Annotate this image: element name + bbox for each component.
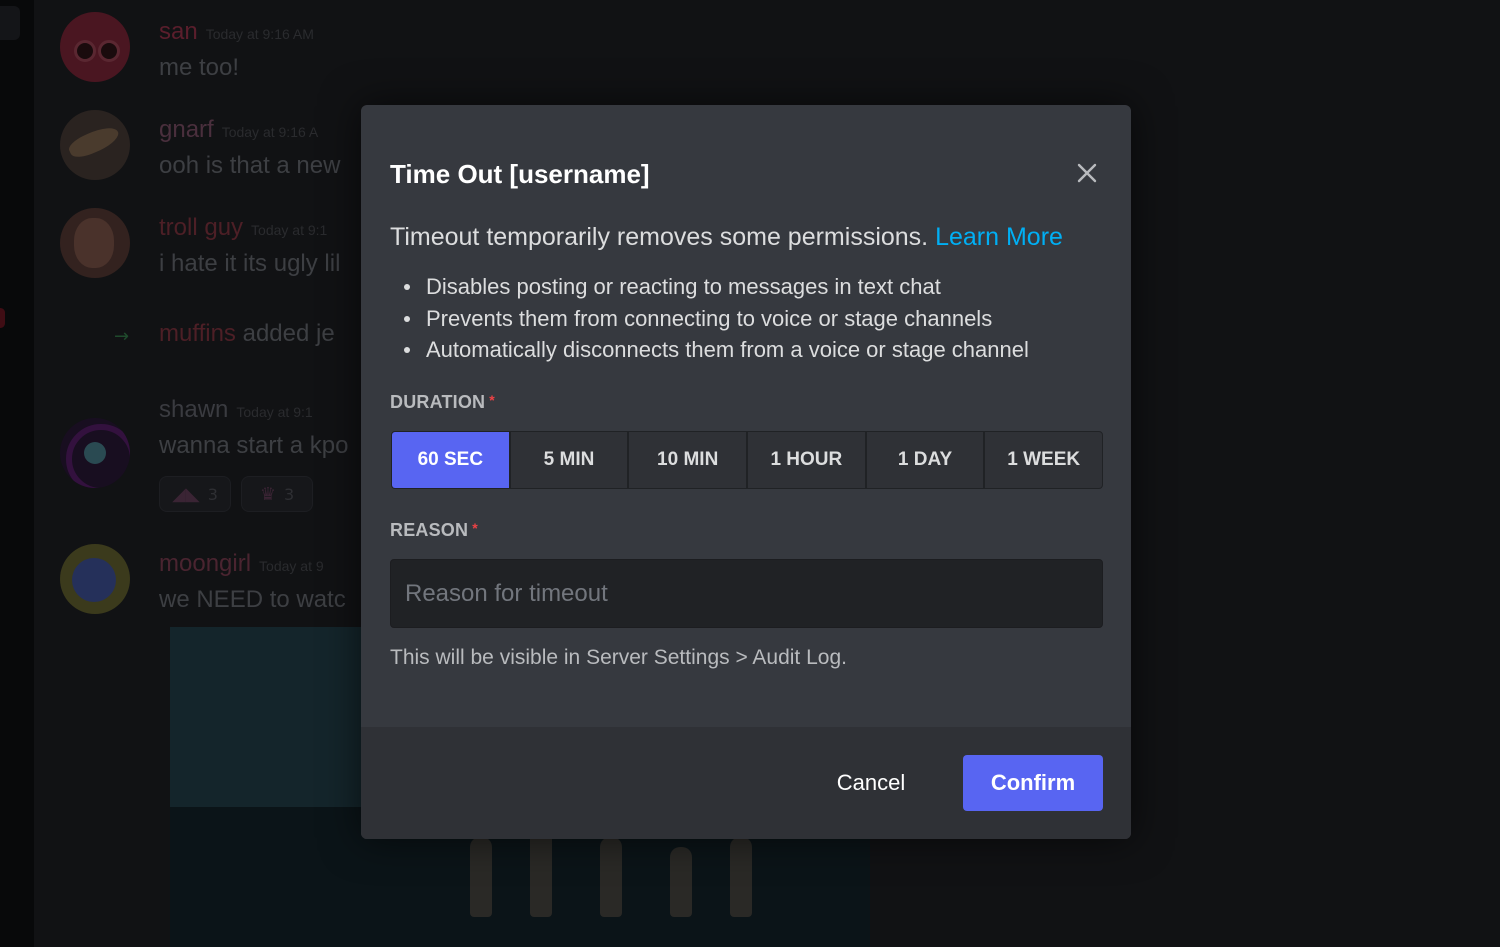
server-sidebar (0, 0, 34, 947)
close-button[interactable] (1069, 155, 1105, 191)
duration-option-60-sec[interactable]: 60 SEC (392, 432, 511, 488)
message-text: wanna start a kpo (159, 432, 349, 459)
duration-option-1-week[interactable]: 1 WEEK (985, 432, 1102, 488)
message-timestamp: Today at 9 (259, 558, 324, 574)
required-mark: * (489, 392, 495, 408)
permission-item: Prevents them from connecting to voice o… (402, 303, 1029, 335)
duration-label: DURATION * (390, 392, 495, 413)
modal-title: Time Out [username] (390, 159, 650, 189)
system-message-text: muffins added je (159, 320, 335, 348)
message-text: i hate it its ugly lil (159, 250, 341, 277)
description-text: Timeout temporarily removes some permiss… (390, 223, 929, 251)
learn-more-link[interactable]: Learn More (935, 223, 1063, 251)
image-figure (470, 837, 492, 917)
image-figure (600, 837, 622, 917)
message-username[interactable]: moongirl Today at 9 (159, 550, 324, 578)
required-mark: * (472, 520, 478, 536)
timeout-modal: Time Out [username] Timeout temporarily … (361, 105, 1131, 839)
duration-option-1-hour[interactable]: 1 HOUR (748, 432, 867, 488)
image-figure (730, 837, 752, 917)
duration-option-5-min[interactable]: 5 MIN (510, 432, 630, 488)
message-timestamp: Today at 9:1 (236, 404, 313, 420)
audit-log-hint: This will be visible in Server Settings … (390, 646, 847, 669)
system-text: added je (235, 320, 335, 347)
reactions: ◢◣ 3 ♛ 3 (159, 476, 313, 512)
duration-selector: 60 SEC 5 MIN 10 MIN 1 HOUR 1 DAY 1 WEEK (391, 431, 1103, 489)
message-timestamp: Today at 9:1 (251, 222, 328, 238)
reason-input[interactable] (390, 559, 1103, 628)
avatar[interactable] (60, 12, 130, 82)
avatar[interactable] (60, 208, 130, 278)
crown-emoji-icon: ♛ (259, 483, 276, 505)
permission-item: Disables posting or reacting to messages… (402, 271, 1029, 303)
reaction-count: 3 (207, 484, 218, 504)
duration-label-text: DURATION (390, 392, 486, 412)
message-text: we NEED to watc (159, 586, 346, 613)
message-username[interactable]: shawn Today at 9:1 (159, 396, 313, 424)
permission-list: Disables posting or reacting to messages… (402, 271, 1029, 366)
mention-pill (0, 308, 5, 328)
reason-label: REASON * (390, 520, 478, 541)
avatar[interactable] (60, 110, 130, 180)
modal-description: Timeout temporarily removes some permiss… (390, 223, 1063, 252)
duration-option-1-day[interactable]: 1 DAY (866, 432, 986, 488)
image-wall (170, 627, 370, 817)
duration-option-10-min[interactable]: 10 MIN (629, 432, 749, 488)
close-icon (1077, 163, 1097, 183)
message-timestamp: Today at 9:16 AM (205, 26, 314, 42)
reaction-count: 3 (283, 484, 295, 504)
message-timestamp: Today at 9:16 A (221, 124, 319, 140)
permission-item: Automatically disconnects them from a vo… (402, 334, 1029, 366)
message-username[interactable]: san Today at 9:16 AM (159, 18, 314, 46)
server-indicator (0, 6, 20, 40)
cancel-button[interactable]: Cancel (811, 755, 931, 811)
avatar[interactable] (60, 544, 130, 614)
confirm-button[interactable]: Confirm (963, 755, 1103, 811)
message-username[interactable]: troll guy Today at 9:1 (159, 214, 327, 242)
image-figure (670, 847, 692, 917)
system-username[interactable]: muffins (159, 320, 236, 347)
message-text: ooh is that a new (159, 152, 341, 179)
modal-footer: Cancel Confirm (361, 727, 1131, 839)
message-username[interactable]: gnarf Today at 9:16 A (159, 116, 318, 144)
cat-emoji-icon: ◢◣ (172, 483, 200, 505)
reaction-button[interactable]: ♛ 3 (241, 476, 313, 512)
avatar[interactable] (60, 418, 130, 488)
image-figure (530, 827, 552, 917)
reaction-button[interactable]: ◢◣ 3 (159, 476, 231, 512)
reason-label-text: REASON (390, 520, 469, 540)
join-arrow-icon: → (114, 326, 130, 347)
message-text: me too! (159, 54, 240, 81)
